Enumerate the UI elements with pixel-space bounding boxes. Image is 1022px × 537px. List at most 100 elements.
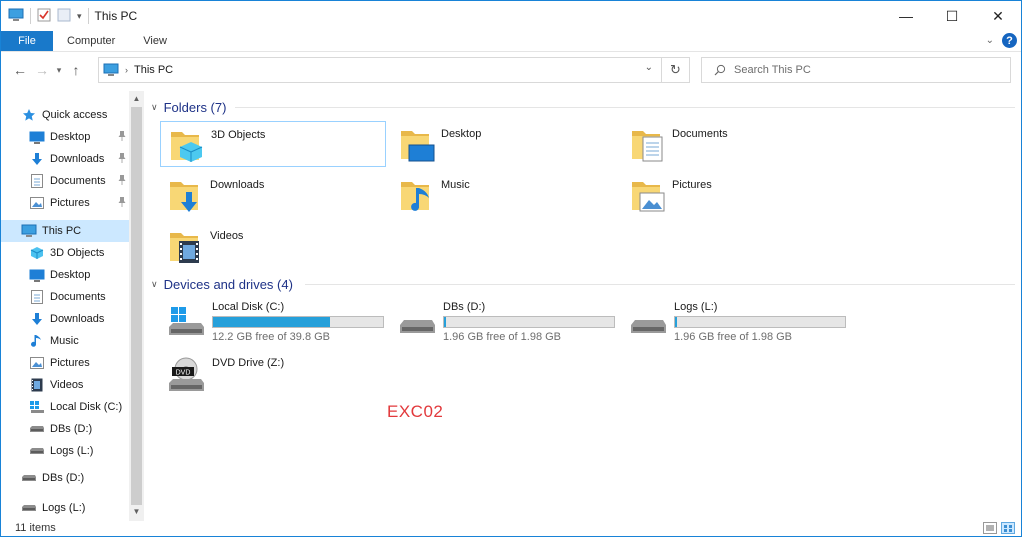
folder-pictures[interactable]: Pictures xyxy=(622,172,848,218)
nav-label: Documents xyxy=(50,291,106,303)
ribbon-right-controls: ⌄ ? xyxy=(986,33,1017,48)
help-icon[interactable]: ? xyxy=(1002,33,1017,48)
pin-icon[interactable] xyxy=(118,131,126,141)
recent-locations-chevron-icon[interactable]: ▾ xyxy=(53,59,65,81)
nav-dbs-d[interactable]: DBs (D:) xyxy=(29,418,129,440)
drive-icon xyxy=(29,421,45,437)
nav-logs-l[interactable]: Logs (L:) xyxy=(29,440,129,462)
music-folder-icon xyxy=(401,182,429,211)
tab-file[interactable]: File xyxy=(1,31,53,51)
folder-music[interactable]: Music xyxy=(391,172,617,218)
minimize-button[interactable]: — xyxy=(883,1,929,31)
folder-3d-objects[interactable]: 3D Objects xyxy=(160,121,386,167)
nav-label: This PC xyxy=(42,225,82,237)
navigation-buttons: ← → ▾ ↑ xyxy=(1,59,87,81)
nav-label: Downloads xyxy=(50,313,105,325)
nav-music[interactable]: Music xyxy=(29,330,129,352)
forward-arrow-icon[interactable]: → xyxy=(31,59,53,81)
nav-label: DBs (D:) xyxy=(50,423,93,435)
folder-label: Documents xyxy=(672,128,728,140)
drive-dvd-z[interactable]: DVD DVD Drive (Z:) xyxy=(162,355,388,401)
drive-logs-l[interactable]: Logs (L:) 1.96 GB free of 1.98 GB xyxy=(624,299,850,345)
quick-access-toolbar: ▾ xyxy=(1,8,89,25)
windows-drive-icon xyxy=(169,307,204,335)
drive-free-space: 1.96 GB free of 1.98 GB xyxy=(443,331,562,343)
pictures-icon xyxy=(29,355,45,371)
new-folder-icon[interactable] xyxy=(57,8,71,25)
scroll-down-arrow-icon[interactable]: ▼ xyxy=(129,504,144,519)
scrollbar-thumb[interactable] xyxy=(131,107,142,505)
nav-local-disk-c[interactable]: Local Disk (C:) xyxy=(29,396,129,418)
view-switcher xyxy=(983,522,1015,534)
nav-quick-pictures[interactable]: Pictures xyxy=(29,192,129,214)
status-bar: 11 items xyxy=(1,521,1021,537)
documents-folder-icon xyxy=(632,131,663,162)
tab-computer[interactable]: Computer xyxy=(53,31,129,51)
drive-icon xyxy=(29,443,45,459)
collapse-chevron-icon[interactable]: ∨ xyxy=(151,102,158,113)
breadcrumb-separator-icon[interactable]: › xyxy=(125,65,128,75)
desktop-folder-icon xyxy=(401,131,435,162)
address-bar[interactable]: › This PC ⌄ ↻ xyxy=(98,57,690,83)
expand-ribbon-chevron-icon[interactable]: ⌄ xyxy=(986,35,994,46)
desktop-icon xyxy=(29,129,45,145)
pin-icon[interactable] xyxy=(118,153,126,163)
folder-downloads[interactable]: Downloads xyxy=(160,172,386,218)
ribbon-tabs: File Computer View ⌄ ? xyxy=(1,31,1021,52)
folder-desktop[interactable]: Desktop xyxy=(391,121,617,167)
nav-pictures[interactable]: Pictures xyxy=(29,352,129,374)
nav-quick-desktop[interactable]: Desktop xyxy=(29,126,129,148)
nav-videos[interactable]: Videos xyxy=(29,374,129,396)
drive-icon xyxy=(631,320,666,333)
folder-label: 3D Objects xyxy=(211,129,266,141)
nav-network-logs-l[interactable]: Logs (L:) xyxy=(21,497,129,519)
nav-pane-scrollbar[interactable]: ▲ ▼ xyxy=(129,91,144,521)
folder-videos[interactable]: Videos xyxy=(160,223,386,269)
address-history-chevron-icon[interactable]: ⌄ xyxy=(645,62,653,73)
group-title: Folders (7) xyxy=(163,99,227,115)
drive-local-disk-c[interactable]: Local Disk (C:) 12.2 GB free of 39.8 GB xyxy=(162,299,388,345)
large-icons-view-icon[interactable] xyxy=(1001,522,1015,534)
maximize-button[interactable]: ☐ xyxy=(929,1,975,31)
refresh-icon[interactable]: ↻ xyxy=(661,58,689,82)
drive-usage-fill xyxy=(675,317,677,327)
nav-desktop[interactable]: Desktop xyxy=(29,264,129,286)
folder-documents[interactable]: Documents xyxy=(622,121,848,167)
nav-documents[interactable]: Documents xyxy=(29,286,129,308)
pin-icon[interactable] xyxy=(118,175,126,185)
folder-label: Videos xyxy=(210,230,244,242)
drive-icon xyxy=(400,320,435,333)
details-view-icon[interactable] xyxy=(983,522,997,534)
pin-icon[interactable] xyxy=(118,197,126,207)
breadcrumb-this-pc[interactable]: This PC xyxy=(134,64,173,76)
drives-group-header[interactable]: ∨ Devices and drives (4) xyxy=(151,274,293,294)
scroll-up-arrow-icon[interactable]: ▲ xyxy=(129,91,144,106)
nav-label: 3D Objects xyxy=(50,247,105,259)
tab-view[interactable]: View xyxy=(129,31,181,51)
folder-label: Desktop xyxy=(441,128,482,140)
windows-drive-icon xyxy=(29,399,45,415)
nav-this-pc[interactable]: This PC xyxy=(1,220,129,242)
nav-network-dbs-d[interactable]: DBs (D:) xyxy=(21,467,129,489)
nav-quick-downloads[interactable]: Downloads xyxy=(29,148,129,170)
properties-icon[interactable] xyxy=(37,8,51,25)
search-box[interactable]: Search This PC xyxy=(701,57,1011,83)
nav-label: Logs (L:) xyxy=(50,445,94,457)
drive-dbs-d[interactable]: DBs (D:) 1.96 GB free of 1.98 GB xyxy=(393,299,619,345)
nav-quick-documents[interactable]: Documents xyxy=(29,170,129,192)
folders-group-header[interactable]: ∨ Folders (7) xyxy=(151,97,226,117)
collapse-chevron-icon[interactable]: ∨ xyxy=(151,279,158,290)
up-arrow-icon[interactable]: ↑ xyxy=(65,59,87,81)
back-arrow-icon[interactable]: ← xyxy=(9,59,31,81)
close-button[interactable]: ✕ xyxy=(975,1,1021,31)
nav-label: Desktop xyxy=(50,131,91,143)
customize-toolbar-chevron-icon[interactable]: ▾ xyxy=(77,11,82,22)
computer-icon xyxy=(21,223,37,239)
group-title: Devices and drives (4) xyxy=(163,276,293,292)
folder-label: Downloads xyxy=(210,179,265,191)
nav-downloads[interactable]: Downloads xyxy=(29,308,129,330)
computer-icon[interactable] xyxy=(8,8,24,25)
nav-quick-access[interactable]: Quick access xyxy=(21,104,129,126)
dvd-drive-icon: DVD xyxy=(169,357,204,391)
nav-3d-objects[interactable]: 3D Objects xyxy=(29,242,129,264)
